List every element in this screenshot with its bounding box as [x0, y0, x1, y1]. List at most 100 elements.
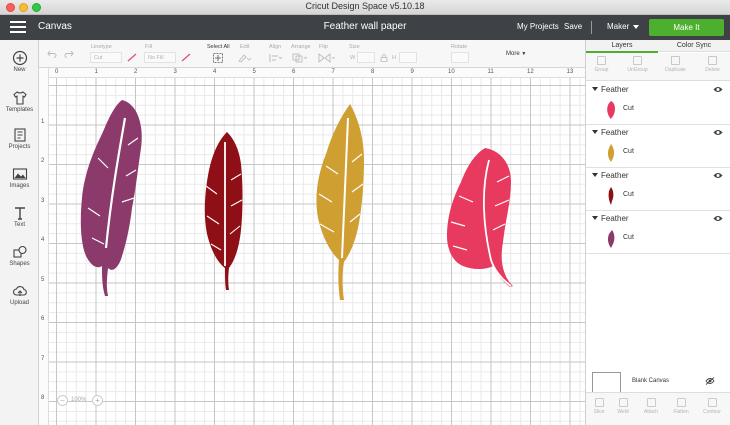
sidebar-item-images[interactable]: Images: [0, 166, 39, 189]
make-it-button[interactable]: Make It: [649, 19, 724, 36]
align-icon[interactable]: [269, 53, 283, 63]
size-width-input[interactable]: [357, 52, 375, 63]
delete-button[interactable]: Delete: [698, 56, 727, 73]
slice-label: Slice: [593, 409, 605, 415]
sidebar-item-templates[interactable]: Templates: [0, 90, 39, 113]
ruler-top-tick: 3: [173, 69, 177, 75]
blank-canvas-swatch[interactable]: [592, 372, 621, 393]
layer-group[interactable]: Feather Cut: [586, 211, 730, 254]
slice-icon: [594, 398, 604, 407]
fill-color-swatch[interactable]: [181, 53, 191, 62]
ruler-top-tick: 7: [331, 69, 335, 75]
eye-icon[interactable]: [713, 86, 723, 93]
select-all-icon[interactable]: [213, 53, 223, 63]
undo-icon[interactable]: [47, 50, 57, 58]
caret-down-icon[interactable]: [592, 173, 598, 177]
eye-icon[interactable]: [713, 215, 723, 222]
machine-dropdown[interactable]: Maker: [607, 22, 640, 31]
contour-label: Contour: [703, 409, 721, 415]
more-label: More: [506, 51, 520, 57]
group-button[interactable]: Group: [587, 56, 616, 73]
sidebar-item-upload[interactable]: Upload: [0, 283, 39, 306]
rotate-input[interactable]: [451, 52, 469, 63]
more-button[interactable]: More ▼: [506, 51, 526, 57]
fill-label: Fill: [145, 44, 153, 50]
align-label: Align: [269, 44, 282, 50]
blank-canvas-label: Blank Canvas: [632, 378, 670, 384]
menu-icon[interactable]: [10, 21, 26, 34]
delete-label: Delete: [705, 67, 720, 73]
sidebar-item-shapes[interactable]: Shapes: [0, 244, 39, 267]
gold-feather[interactable]: [314, 104, 366, 302]
lock-icon[interactable]: [380, 54, 388, 62]
ruler-top-tick: 1: [94, 69, 98, 75]
layer-group[interactable]: Feather Cut: [586, 82, 730, 125]
duplicate-button[interactable]: Duplicate: [661, 56, 690, 73]
plus-circle-icon: [12, 50, 27, 66]
caret-down-icon[interactable]: [592, 130, 598, 134]
panel-tabs: Layers Color Sync: [586, 40, 730, 53]
contour-icon: [707, 398, 717, 407]
eye-hidden-icon[interactable]: [705, 377, 715, 385]
edit-label: Edit: [240, 44, 250, 50]
design-canvas[interactable]: 0 1 2 3 4 5 6 7 8 9 10 11 12 13 12345678 − 100% +: [39, 68, 585, 425]
arrange-icon[interactable]: [292, 53, 308, 63]
linetype-color-swatch[interactable]: [127, 53, 137, 62]
sidebar-label-new: New: [13, 67, 26, 73]
flatten-icon: [676, 398, 686, 407]
ungroup-button[interactable]: UnGroup: [623, 56, 652, 73]
gold-feather-shape: [316, 104, 364, 300]
redo-icon[interactable]: [64, 50, 74, 58]
weld-button[interactable]: Weld: [611, 398, 635, 415]
ruler-top-tick: 10: [448, 69, 455, 75]
shapes-icon: [12, 245, 27, 258]
contour-button[interactable]: Contour: [700, 398, 724, 415]
save-button[interactable]: Save: [564, 22, 582, 31]
zoom-out-button[interactable]: −: [57, 395, 68, 406]
size-label: Size: [349, 44, 360, 50]
zoom-in-button[interactable]: +: [92, 395, 103, 406]
caret-down-icon[interactable]: [592, 216, 598, 220]
select-all-label: Select All: [207, 44, 230, 50]
size-height-input[interactable]: [399, 52, 417, 63]
layers-panel: Layers Color Sync Group UnGroup Duplicat…: [585, 40, 730, 425]
tab-color-sync[interactable]: Color Sync: [658, 42, 730, 49]
layer-thumbnail: [607, 230, 615, 248]
flip-icon[interactable]: [318, 53, 336, 63]
edit-icon[interactable]: [238, 53, 251, 63]
eye-icon[interactable]: [713, 172, 723, 179]
my-projects-link[interactable]: My Projects: [517, 22, 559, 31]
slice-button[interactable]: Slice: [587, 398, 611, 415]
tab-layers[interactable]: Layers: [586, 42, 658, 49]
ruler-left-tick: 3: [41, 197, 45, 204]
sidebar-item-projects[interactable]: Projects: [0, 127, 39, 150]
caret-down-icon[interactable]: [592, 87, 598, 91]
text-icon: [14, 207, 25, 220]
darkred-feather[interactable]: [203, 130, 245, 292]
layer-item-label: Cut: [623, 148, 634, 155]
pink-feather[interactable]: [445, 146, 515, 288]
chevron-down-icon: [633, 24, 640, 29]
sidebar-label-upload: Upload: [9, 300, 29, 306]
flatten-button[interactable]: Flatten: [669, 398, 693, 415]
machine-label: Maker: [607, 22, 630, 31]
layer-item-label: Cut: [623, 105, 634, 112]
attach-button[interactable]: Attach: [639, 398, 663, 415]
size-h-label: H: [392, 55, 396, 61]
image-icon: [12, 168, 27, 180]
ungroup-label: UnGroup: [627, 67, 648, 73]
sidebar-item-new[interactable]: New: [0, 50, 39, 73]
eye-icon[interactable]: [713, 129, 723, 136]
canvas-label: Canvas: [38, 21, 72, 32]
ruler-left-tick: 4: [41, 237, 45, 243]
purple-feather[interactable]: [78, 98, 148, 298]
layer-group[interactable]: Feather Cut: [586, 168, 730, 211]
layer-group[interactable]: Feather Cut: [586, 125, 730, 168]
shirt-icon: [12, 91, 27, 105]
flip-label: Flip: [319, 44, 328, 50]
layer-group-name: Feather: [601, 85, 629, 94]
sidebar-item-text[interactable]: Text: [0, 205, 39, 228]
ruler-top-tick: 12: [527, 69, 534, 75]
zoom-control: − 100% +: [57, 395, 105, 407]
ruler-top-tick: 4: [213, 69, 217, 75]
